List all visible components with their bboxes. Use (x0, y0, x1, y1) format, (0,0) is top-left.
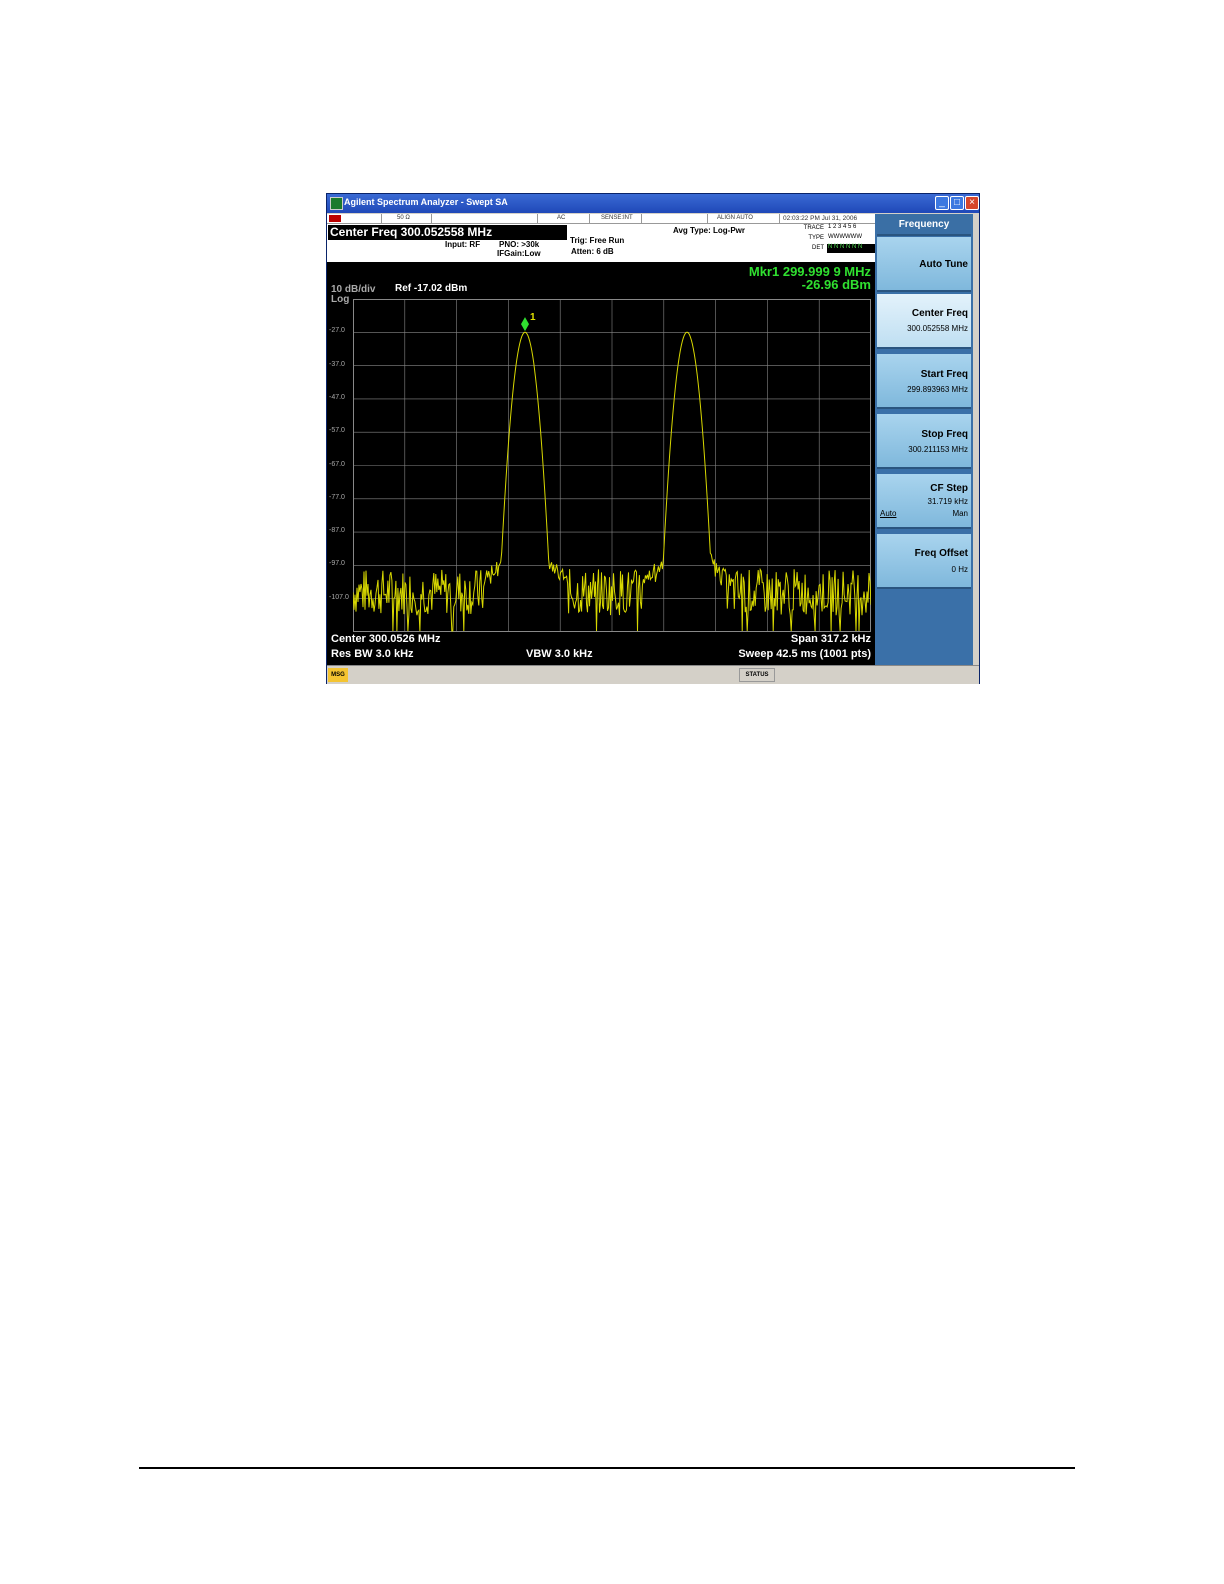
cf-step-value: 31.719 kHz (927, 497, 968, 506)
pno-setting: PNO: >30k (499, 240, 540, 249)
menu-title: Frequency (877, 214, 971, 236)
auto-tune-label: Auto Tune (919, 259, 968, 270)
center-freq-readout: Center Freq 300.052558 MHz (328, 225, 567, 240)
y-tick-label: -27.0 (329, 327, 345, 335)
span-label: Span 317.2 kHz (790, 633, 871, 645)
det-label: DET (812, 245, 824, 251)
y-tick-label: -107.0 (329, 593, 349, 601)
maximize-button[interactable]: □ (950, 196, 964, 210)
freq-offset-label: Freq Offset (914, 548, 968, 559)
coupling-indicator: AC (557, 215, 566, 221)
impedance-indicator: 50 Ω (397, 215, 410, 221)
settings-status-strip: 50 Ω AC SENSE:INT ALIGN AUTO 02:03:22 PM… (327, 214, 875, 224)
spectrum-display: Mkr1 299.999 9 MHz -26.96 dBm 10 dB/div … (327, 262, 875, 665)
close-button[interactable]: × (965, 196, 979, 210)
ifgain-setting: IFGain:Low (497, 249, 541, 258)
marker-amplitude-readout: -26.96 dBm (801, 277, 871, 292)
center-frequency-label: Center 300.0526 MHz (331, 633, 441, 645)
y-tick-label: -37.0 (329, 360, 345, 368)
cf-step-man-option[interactable]: Man (952, 509, 968, 518)
atten-setting: Atten: 6 dB (571, 247, 614, 256)
minimize-button[interactable]: _ (935, 196, 949, 210)
freq-offset-value: 0 Hz (951, 565, 968, 574)
reference-level: Ref -17.02 dBm (395, 283, 468, 294)
measurement-header: Center Freq 300.052558 MHz Input: RF PNO… (327, 224, 875, 262)
trace-values: 1 2 3 4 5 6 (827, 224, 875, 233)
softkey-panel: Frequency Auto Tune Center Freq 300.0525… (875, 214, 973, 665)
stop-freq-label: Stop Freq (921, 429, 968, 440)
start-freq-softkey[interactable]: Start Freq 299.893963 MHz (877, 354, 971, 409)
auto-tune-softkey[interactable]: Auto Tune (877, 237, 971, 292)
status-bar: MSG STATUS (327, 665, 979, 684)
title-bar: Agilent Spectrum Analyzer - Swept SA _ □… (327, 194, 979, 213)
y-tick-label: -57.0 (329, 427, 345, 435)
avg-type-setting: Avg Type: Log-Pwr (673, 226, 745, 235)
cf-step-auto-option[interactable]: Auto (880, 509, 896, 518)
marker-number-label: 1 (530, 312, 536, 323)
y-tick-label: -97.0 (329, 560, 345, 568)
res-bw-label: Res BW 3.0 kHz (331, 648, 414, 660)
y-tick-label: -47.0 (329, 393, 345, 401)
datetime-display: 02:03:22 PM Jul 31, 2006 (783, 215, 858, 222)
sweep-label: Sweep 42.5 ms (1001 pts) (738, 648, 871, 660)
window-title: Agilent Spectrum Analyzer - Swept SA (344, 197, 508, 207)
message-indicator[interactable]: MSG (328, 668, 348, 682)
center-freq-softkey-value: 300.052558 MHz (907, 324, 968, 333)
spectrum-trace-plot[interactable]: 1 (353, 299, 871, 632)
app-icon (330, 197, 343, 210)
trace-label: TRACE (803, 225, 824, 231)
cf-step-softkey[interactable]: CF Step 31.719 kHz Auto Man (877, 474, 971, 529)
status-indicator[interactable]: STATUS (739, 668, 775, 682)
start-freq-label: Start Freq (920, 369, 968, 380)
stop-freq-softkey[interactable]: Stop Freq 300.211153 MHz (877, 414, 971, 469)
vbw-label: VBW 3.0 kHz (526, 648, 593, 660)
input-setting: Input: RF (445, 240, 481, 249)
start-freq-value: 299.893963 MHz (907, 385, 968, 394)
freq-offset-softkey[interactable]: Freq Offset 0 Hz (877, 534, 971, 589)
type-values: WWWWWW (827, 234, 875, 243)
align-indicator: ALIGN AUTO (717, 215, 753, 221)
cf-step-label: CF Step (930, 483, 968, 494)
y-tick-label: -67.0 (329, 460, 345, 468)
center-freq-softkey[interactable]: Center Freq 300.052558 MHz (877, 294, 971, 349)
marker-diamond-icon (521, 317, 529, 332)
trigger-setting: Trig: Free Run (570, 236, 625, 245)
center-freq-softkey-label: Center Freq (911, 308, 968, 319)
scale-type: Log (331, 294, 350, 305)
sense-indicator: SENSE:INT (601, 215, 633, 221)
page-footer-rule (139, 1467, 1075, 1469)
det-values: N N N N N N (827, 244, 875, 253)
y-tick-label: -77.0 (329, 493, 345, 501)
type-label: TYPE (808, 235, 824, 241)
rf-indicator (329, 215, 341, 222)
y-tick-label: -87.0 (329, 527, 345, 535)
stop-freq-value: 300.211153 MHz (908, 445, 968, 454)
trace-status-box: TRACE 1 2 3 4 5 6 TYPE WWWWWW DET N N N … (801, 224, 875, 254)
spectrum-analyzer-window: Agilent Spectrum Analyzer - Swept SA _ □… (326, 193, 980, 684)
